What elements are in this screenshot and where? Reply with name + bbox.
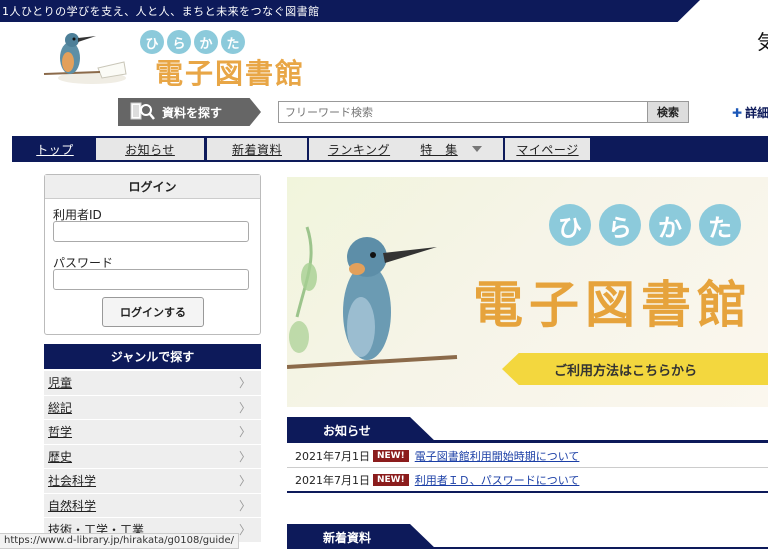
news-link[interactable]: 利用者ＩＤ、パスワードについて	[415, 472, 580, 488]
news-bottom-line	[287, 491, 768, 493]
main-nav: トップ お知らせ 新着資料 ランキング 特 集 マイページ	[12, 136, 768, 162]
site-tagline: 1人ひとりの学びを支え、人と人、まちと未来をつなぐ図書館	[2, 5, 320, 18]
chevron-right-icon: 〉	[238, 376, 251, 391]
logo-kana-char: た	[221, 30, 245, 54]
top-banner: 1人ひとりの学びを支え、人と人、まちと未来をつなぐ図書館	[0, 0, 768, 22]
chevron-right-icon: 〉	[238, 474, 251, 489]
new-badge: NEW!	[373, 449, 409, 462]
news-row: 2021年7月1日 NEW! 利用者ＩＤ、パスワードについて	[287, 468, 768, 492]
password-input[interactable]	[53, 269, 249, 290]
link-status-bar: https://www.d-library.jp/hirakata/g0108/…	[0, 533, 240, 549]
genre-item-label: 社会科学	[48, 474, 97, 489]
kingfisher-illustration-icon	[287, 226, 458, 369]
genre-item-label: 自然科学	[48, 498, 97, 513]
nav-new-items[interactable]: 新着資料	[207, 138, 307, 160]
logo-kana-char: ら	[167, 30, 191, 54]
chevron-right-icon: 〉	[238, 498, 251, 513]
hero-kana-char: ら	[599, 204, 641, 246]
advanced-search-link[interactable]: ✚ 詳細	[732, 104, 768, 121]
news-row: 2021年7月1日 NEW! 電子図書館利用開始時期について	[287, 444, 768, 468]
chevron-right-icon: 〉	[238, 425, 251, 440]
genre-title: ジャンルで探す	[44, 344, 261, 369]
header-corner-text: 気	[757, 30, 768, 54]
news-section-title: お知らせ	[287, 417, 437, 443]
hero-kana-char: た	[699, 204, 741, 246]
genre-item-label: 児童	[48, 376, 73, 391]
hero-banner[interactable]: ひ ら か た 電子図書館 ご利用方法はこちらから	[287, 177, 768, 407]
nav-news[interactable]: お知らせ	[96, 138, 204, 160]
logo-kana-char: か	[194, 30, 218, 54]
login-title: ログイン	[45, 175, 260, 199]
caret-down-icon	[471, 146, 482, 152]
new-badge: NEW!	[373, 473, 409, 486]
genre-item[interactable]: 歴史 〉	[44, 444, 261, 469]
hero-kana: ひ ら か た	[549, 204, 741, 246]
genre-item-label: 総記	[48, 400, 73, 415]
search-button[interactable]: 検索	[647, 101, 689, 123]
nav-feature-label: 特 集	[420, 142, 458, 157]
search-input[interactable]	[278, 101, 648, 123]
nav-feature[interactable]: 特 集	[399, 138, 503, 160]
login-button[interactable]: ログインする	[102, 297, 204, 327]
advanced-search-label: 詳細	[745, 106, 768, 120]
logo-kana-char: ひ	[140, 30, 164, 54]
genre-item-label: 歴史	[48, 449, 73, 464]
new-items-section-title: 新着資料	[287, 524, 437, 549]
genre-item[interactable]: 哲学 〉	[44, 420, 261, 445]
genre-list: 児童〉 総記〉 哲学〉 歴史〉 社会科学〉 自然科学〉 技術・工学・工業〉	[44, 371, 261, 543]
news-date: 2021年7月1日	[295, 449, 370, 463]
login-panel: ログイン 利用者ID パスワード ログインする	[44, 174, 261, 335]
search-label: 資料を探す	[118, 98, 261, 126]
news-link[interactable]: 電子図書館利用開始時期について	[415, 448, 580, 464]
genre-item[interactable]: 社会科学 〉	[44, 469, 261, 494]
news-date: 2021年7月1日	[295, 473, 370, 487]
logo-title[interactable]: 電子図書館	[155, 52, 305, 92]
chevron-right-icon: 〉	[238, 400, 251, 415]
genre-item-label: 哲学	[48, 425, 73, 440]
logo-kana: ひ ら か た	[140, 30, 245, 54]
genre-item[interactable]: 自然科学 〉	[44, 493, 261, 518]
chevron-right-icon: 〉	[238, 449, 251, 464]
genre-item[interactable]: 総記 〉	[44, 395, 261, 420]
kingfisher-logo-icon[interactable]	[40, 28, 130, 90]
hero-title: 電子図書館	[473, 276, 753, 334]
nav-mypage[interactable]: マイページ	[505, 138, 590, 160]
nav-ranking[interactable]: ランキング	[309, 138, 409, 160]
hero-kana-char: ひ	[549, 204, 591, 246]
chevron-right-icon: 〉	[238, 523, 251, 538]
search-label-text: 資料を探す	[162, 105, 223, 120]
nav-top[interactable]: トップ	[18, 138, 92, 160]
book-search-icon	[130, 102, 155, 120]
news-section-header: お知らせ	[287, 417, 768, 443]
usage-guide-banner[interactable]: ご利用方法はこちらから	[502, 353, 768, 385]
hero-kana-char: か	[649, 204, 691, 246]
genre-item[interactable]: 児童 〉	[44, 371, 261, 396]
user-id-input[interactable]	[53, 221, 249, 242]
plus-icon: ✚	[732, 106, 743, 120]
new-items-section-header: 新着資料	[287, 524, 768, 549]
